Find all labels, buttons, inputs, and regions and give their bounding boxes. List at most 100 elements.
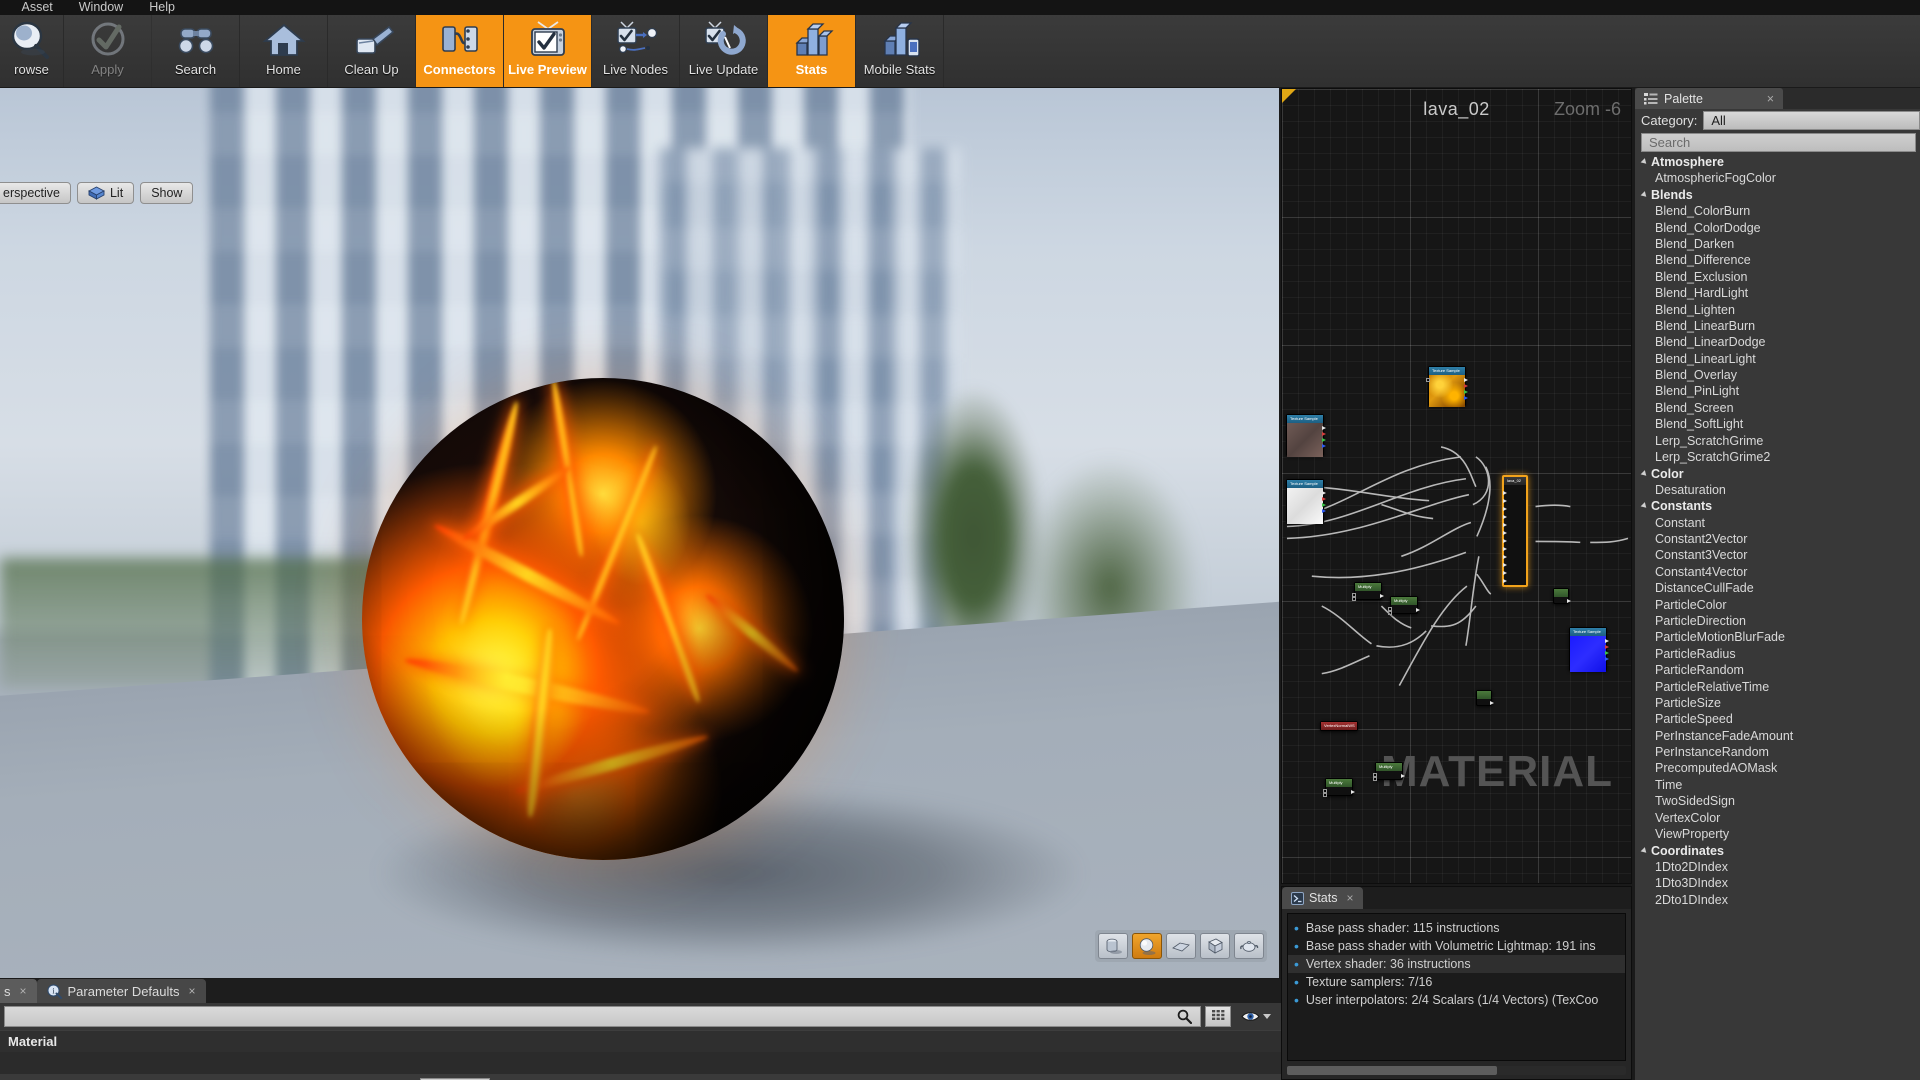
palette-group-constants[interactable]: Constants — [1635, 498, 1920, 514]
plane-primitive-button[interactable] — [1166, 933, 1196, 959]
palette-item[interactable]: 2Dto1DIndex — [1635, 892, 1920, 908]
stats-horizontal-scrollbar[interactable] — [1287, 1066, 1626, 1075]
palette-item[interactable]: Blend_Exclusion — [1635, 269, 1920, 285]
palette-item[interactable]: PerInstanceFadeAmount — [1635, 728, 1920, 744]
palette-category-select[interactable]: All — [1703, 110, 1920, 130]
graph-node-texture-sample-normal[interactable]: Texture Sample — [1569, 627, 1609, 672]
palette-item[interactable]: Blend_LinearBurn — [1635, 318, 1920, 334]
palette-item[interactable]: Blend_LinearDodge — [1635, 334, 1920, 350]
palette-item[interactable]: Constant — [1635, 515, 1920, 531]
palette-item[interactable]: Blend_LinearLight — [1635, 351, 1920, 367]
palette-item[interactable]: ParticleColor — [1635, 597, 1920, 613]
palette-item[interactable]: Time — [1635, 777, 1920, 793]
palette-item[interactable]: TwoSidedSign — [1635, 793, 1920, 809]
tab-details-close-icon[interactable]: × — [20, 984, 27, 998]
tab-parameter-defaults[interactable]: i Parameter Defaults × — [36, 979, 206, 1003]
palette-item[interactable]: Blend_ColorBurn — [1635, 203, 1920, 219]
graph-node-multiply-4[interactable]: Multiply — [1373, 762, 1405, 781]
sphere-primitive-button[interactable] — [1132, 933, 1162, 959]
graph-node-material-output[interactable]: lava_02 — [1502, 475, 1528, 587]
palette-item-list[interactable]: Atmosphere AtmosphericFogColor Blends Bl… — [1635, 154, 1920, 1080]
details-grid-view-button[interactable] — [1205, 1006, 1231, 1027]
palette-item[interactable]: Blend_Darken — [1635, 236, 1920, 252]
palette-item[interactable]: DistanceCullFade — [1635, 580, 1920, 596]
palette-group-blends[interactable]: Blends — [1635, 187, 1920, 203]
stats-row[interactable]: • Base pass shader with Volumetric Light… — [1288, 937, 1625, 955]
palette-item[interactable]: ParticleMotionBlurFade — [1635, 629, 1920, 645]
palette-item[interactable]: Blend_Screen — [1635, 400, 1920, 416]
palette-group-atmosphere[interactable]: Atmosphere — [1635, 154, 1920, 170]
palette-item[interactable]: Blend_PinLight — [1635, 383, 1920, 399]
menu-item-asset[interactable]: Asset — [8, 0, 65, 15]
palette-item[interactable]: Blend_SoftLight — [1635, 416, 1920, 432]
graph-node-multiply-3[interactable]: Multiply — [1323, 778, 1355, 797]
graph-node-texture-sample-lava[interactable]: Texture Sample — [1426, 366, 1468, 407]
toolbar-button-clean-up[interactable]: Clean Up — [328, 15, 416, 87]
palette-item[interactable]: 1Dto3DIndex — [1635, 875, 1920, 891]
material-graph-panel[interactable]: lava_02 Zoom -6 MATERIAL Texture Sample … — [1281, 88, 1632, 884]
graph-node-multiply-2[interactable]: Multiply — [1388, 596, 1420, 615]
cube-primitive-button[interactable] — [1200, 933, 1230, 959]
toolbar-button-live-nodes[interactable]: Live Nodes — [592, 15, 680, 87]
menu-item-help[interactable]: Help — [136, 0, 188, 15]
palette-item[interactable]: VertexColor — [1635, 810, 1920, 826]
palette-group-color[interactable]: Color — [1635, 465, 1920, 481]
palette-item[interactable]: ParticleRelativeTime — [1635, 679, 1920, 695]
cylinder-primitive-button[interactable] — [1098, 933, 1128, 959]
toolbar-button-apply[interactable]: Apply — [64, 15, 152, 87]
graph-node-vertex-normal-ws[interactable]: VertexNormalWS — [1320, 721, 1358, 731]
graph-node-constant-small-2[interactable] — [1553, 588, 1571, 604]
stats-list[interactable]: • Base pass shader: 115 instructions • B… — [1287, 913, 1626, 1061]
stats-row[interactable]: • Texture samplers: 7/16 — [1288, 973, 1625, 991]
toolbar-button-browse[interactable]: rowse — [0, 15, 64, 87]
tab-stats-close-icon[interactable]: × — [1347, 891, 1354, 905]
menu-item-0[interactable]: t — [0, 0, 8, 15]
toolbar-button-live-update[interactable]: Live Update — [680, 15, 768, 87]
palette-group-coordinates[interactable]: Coordinates — [1635, 842, 1920, 858]
viewport-lit-button[interactable]: Lit — [76, 182, 135, 204]
graph-node-multiply-1[interactable]: Multiply — [1352, 582, 1384, 601]
material-preview-viewport[interactable]: erspective Lit Show — [0, 88, 1279, 978]
graph-node-texture-sample-noise[interactable]: Texture Sample — [1286, 479, 1326, 524]
palette-item[interactable]: Blend_Lighten — [1635, 302, 1920, 318]
tab-details[interactable]: s × — [0, 979, 37, 1003]
palette-item[interactable]: ParticleRandom — [1635, 662, 1920, 678]
details-section-header[interactable]: Material — [0, 1030, 1281, 1052]
toolbar-button-home[interactable]: Home — [240, 15, 328, 87]
palette-item[interactable]: Constant3Vector — [1635, 547, 1920, 563]
palette-item[interactable]: Blend_ColorDodge — [1635, 220, 1920, 236]
graph-node-texture-sample-rock[interactable]: Texture Sample — [1286, 414, 1326, 457]
palette-search-input[interactable]: Search — [1641, 133, 1916, 152]
lava-sphere-preview-mesh[interactable] — [362, 378, 844, 860]
palette-item[interactable]: Lerp_ScratchGrime — [1635, 433, 1920, 449]
palette-item[interactable]: Constant4Vector — [1635, 564, 1920, 580]
palette-item[interactable]: PerInstanceRandom — [1635, 744, 1920, 760]
palette-item[interactable]: ParticleSize — [1635, 695, 1920, 711]
graph-node-constant-small[interactable] — [1476, 690, 1494, 706]
tab-palette-close-icon[interactable]: × — [1767, 92, 1774, 106]
toolbar-button-live-preview[interactable]: Live Preview — [504, 15, 592, 87]
palette-item[interactable]: ParticleRadius — [1635, 646, 1920, 662]
toolbar-button-stats[interactable]: Stats — [768, 15, 856, 87]
tab-parameter-defaults-close-icon[interactable]: × — [189, 984, 196, 998]
details-visibility-dropdown[interactable] — [1235, 1010, 1277, 1023]
toolbar-button-mobile-stats[interactable]: Mobile Stats — [856, 15, 944, 87]
palette-item[interactable]: Constant2Vector — [1635, 531, 1920, 547]
palette-item[interactable]: Blend_Overlay — [1635, 367, 1920, 383]
palette-item[interactable]: ParticleDirection — [1635, 613, 1920, 629]
stats-row[interactable]: • Base pass shader: 115 instructions — [1288, 919, 1625, 937]
palette-item[interactable]: Desaturation — [1635, 482, 1920, 498]
stats-row[interactable]: • Vertex shader: 36 instructions — [1288, 955, 1625, 973]
palette-item[interactable]: AtmosphericFogColor — [1635, 170, 1920, 186]
palette-item[interactable]: ParticleSpeed — [1635, 711, 1920, 727]
menu-item-window[interactable]: Window — [66, 0, 136, 15]
toolbar-button-search[interactable]: Search — [152, 15, 240, 87]
tab-palette[interactable]: Palette × — [1635, 88, 1783, 109]
viewport-perspective-button[interactable]: erspective — [0, 182, 71, 204]
viewport-show-button[interactable]: Show — [140, 182, 194, 204]
palette-item[interactable]: 1Dto2DIndex — [1635, 859, 1920, 875]
palette-item[interactable]: Lerp_ScratchGrime2 — [1635, 449, 1920, 465]
palette-item[interactable]: ViewProperty — [1635, 826, 1920, 842]
palette-item[interactable]: Blend_HardLight — [1635, 285, 1920, 301]
palette-item[interactable]: PrecomputedAOMask — [1635, 760, 1920, 776]
